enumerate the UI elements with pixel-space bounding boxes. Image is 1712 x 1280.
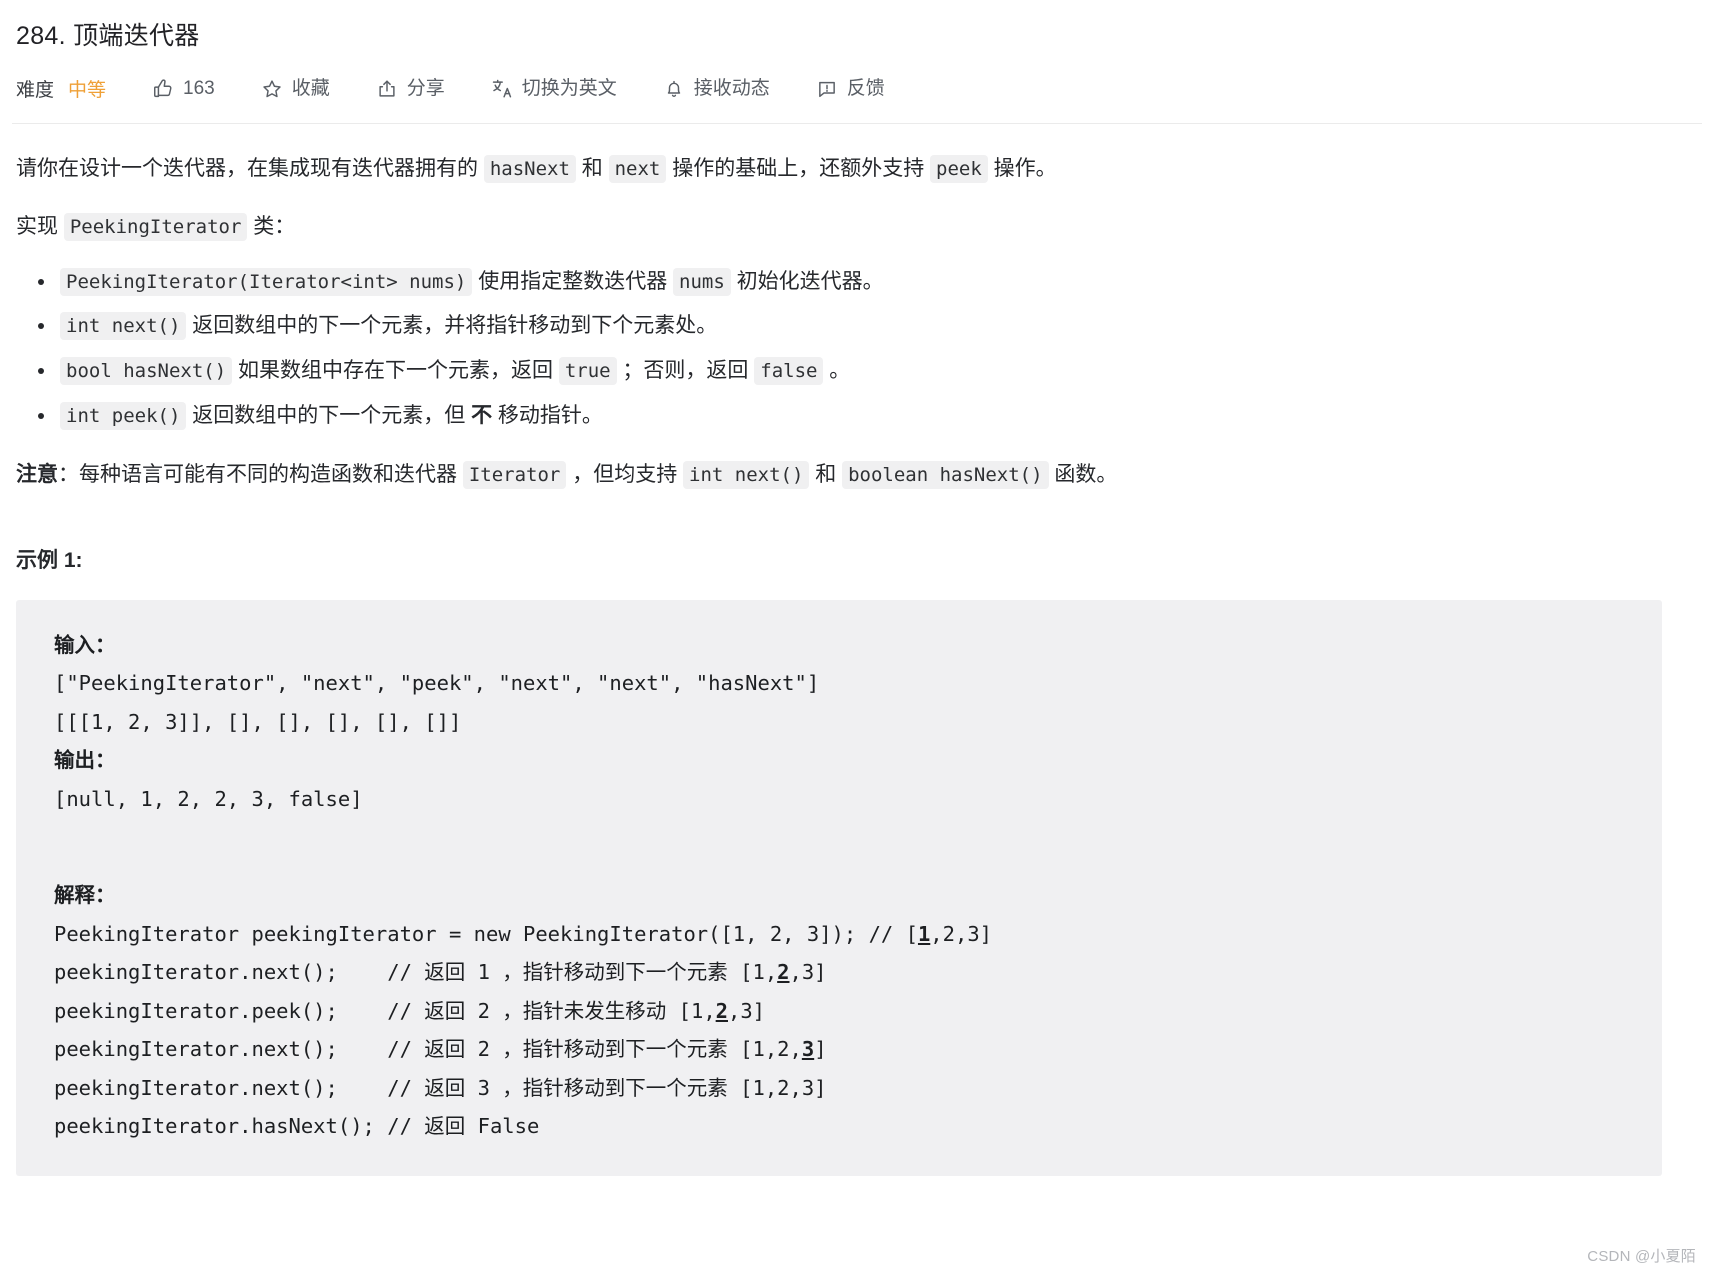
- like-button[interactable]: 163: [152, 78, 215, 100]
- code-next: next: [608, 154, 667, 183]
- favorite-label: 收藏: [291, 78, 330, 100]
- header-divider: [12, 122, 1702, 124]
- note-label: 注意: [16, 462, 58, 486]
- watermark: CSDN @小夏陌: [1587, 1248, 1696, 1265]
- problem-description: 请你在设计一个迭代器，在集成现有迭代器拥有的 hasNext 和 next 操作…: [16, 152, 1690, 492]
- explain-tail: ,3]: [728, 998, 766, 1023]
- method-text: 使用指定整数迭代器: [472, 269, 674, 293]
- method-signature: int peek(): [60, 401, 187, 430]
- explain-line: peekingIterator.peek(); // 返回 2 ，指针未发生移动…: [54, 998, 716, 1023]
- intro-text-2: 和: [575, 156, 609, 180]
- share-label: 分享: [406, 78, 445, 100]
- page-title: 284. 顶端迭代器: [16, 22, 200, 50]
- code-true: true: [558, 357, 617, 386]
- difficulty-label: 难度: [16, 80, 55, 102]
- feedback-button[interactable]: 反馈: [816, 78, 885, 100]
- subscribe-button[interactable]: 接收动态: [663, 78, 770, 100]
- feedback-label: 反馈: [846, 78, 885, 100]
- explain-mark: 1: [917, 921, 931, 946]
- intro-text-4: 操作。: [987, 156, 1057, 180]
- code-peekingiterator-class: PeekingIterator: [63, 212, 248, 241]
- method-text-2: 初始化迭代器。: [730, 269, 884, 293]
- subscribe-label: 接收动态: [693, 78, 770, 100]
- list-item: int next() 返回数组中的下一个元素，并将指针移动到下个元素处。: [38, 308, 1690, 344]
- method-emphasis: 不: [471, 403, 493, 427]
- bell-icon: [663, 78, 685, 100]
- list-item: bool hasNext() 如果数组中存在下一个元素，返回 true ；否则，…: [38, 353, 1690, 389]
- explain-line: peekingIterator.hasNext(); // 返回 False: [54, 1114, 540, 1139]
- method-text-2: ；否则，返回: [616, 359, 755, 383]
- note-text-2: ，但均支持: [566, 462, 684, 486]
- implement-prefix: 实现: [16, 214, 64, 238]
- method-text: 如果数组中存在下一个元素，返回: [232, 359, 559, 383]
- example-heading: 示例 1:: [16, 548, 83, 572]
- code-iterator: Iterator: [462, 460, 567, 489]
- explain-line: peekingIterator.next(); // 返回 2 ，指针移动到下一…: [54, 1037, 802, 1062]
- code-boolean-hasnext: boolean hasNext(): [842, 460, 1049, 489]
- method-signature: int next(): [60, 312, 187, 341]
- explain-mark: 2: [715, 998, 728, 1023]
- method-signature: bool hasNext(): [60, 357, 233, 386]
- favorite-button[interactable]: 收藏: [261, 78, 330, 100]
- difficulty-value: 中等: [68, 80, 107, 102]
- implement-paragraph: 实现 PeekingIterator 类：: [16, 210, 1690, 244]
- input-line-1: ["PeekingIterator", "next", "peek", "nex…: [54, 671, 820, 696]
- star-icon: [261, 78, 283, 100]
- intro-text-3: 操作的基础上，还额外支持: [666, 156, 931, 180]
- output-label: 输出：: [54, 748, 116, 773]
- intro-paragraph: 请你在设计一个迭代器，在集成现有迭代器拥有的 hasNext 和 next 操作…: [16, 152, 1690, 186]
- explain-line: peekingIterator.next(); // 返回 1 ，指针移动到下一…: [54, 960, 778, 985]
- explain-label: 解释：: [54, 883, 116, 908]
- like-count: 163: [183, 78, 215, 100]
- problem-toolbar: 难度 中等 163 收藏 分享 切换为英文 接收动态 反馈: [16, 72, 1690, 106]
- code-false: false: [754, 357, 824, 386]
- list-item: int peek() 返回数组中的下一个元素，但 不 移动指针。: [38, 398, 1690, 434]
- note-text-1: ：每种语言可能有不同的构造函数和迭代器: [58, 462, 463, 486]
- share-icon: [376, 78, 398, 100]
- code-nums: nums: [673, 267, 731, 296]
- method-signature: PeekingIterator(Iterator<int> nums): [60, 267, 473, 296]
- problem-page: 284. 顶端迭代器 难度 中等 163 收藏 分享 切换为英文 接收动态 反馈…: [0, 0, 1712, 1176]
- note-text-4: 函数。: [1048, 462, 1118, 486]
- explain-tail: ,3]: [789, 960, 827, 985]
- method-text: 返回数组中的下一个元素，并将指针移动到下个元素处。: [186, 314, 718, 338]
- implement-suffix: 类：: [247, 214, 296, 238]
- explain-mark: 3: [801, 1037, 815, 1062]
- code-int-next: int next(): [683, 460, 810, 489]
- share-button[interactable]: 分享: [376, 78, 445, 100]
- explain-line: peekingIterator.next(); // 返回 3 ，指针移动到下一…: [54, 1075, 827, 1100]
- code-spacer: [54, 818, 1662, 837]
- list-item: PeekingIterator(Iterator<int> nums) 使用指定…: [38, 264, 1690, 300]
- explain-line: PeekingIterator peekingIterator = new Pe…: [54, 921, 918, 946]
- example-code-block: 输入： ["PeekingIterator", "next", "peek", …: [16, 599, 1662, 1176]
- intro-text-1: 请你在设计一个迭代器，在集成现有迭代器拥有的: [16, 156, 484, 180]
- code-peek: peek: [930, 154, 988, 183]
- method-list: PeekingIterator(Iterator<int> nums) 使用指定…: [16, 264, 1690, 434]
- note-paragraph: 注意：每种语言可能有不同的构造函数和迭代器 Iterator ，但均支持 int…: [16, 458, 1690, 492]
- explain-tail: ]: [814, 1037, 827, 1062]
- feedback-icon: [816, 78, 838, 100]
- thumbs-up-icon: [152, 78, 174, 100]
- input-line-2: [[[1, 2, 3]], [], [], [], [], []]: [54, 709, 462, 734]
- code-hasnext: hasNext: [483, 154, 576, 183]
- output-line: [null, 1, 2, 2, 3, false]: [54, 786, 363, 811]
- translate-icon: [491, 78, 513, 100]
- method-text-2: 移动指针。: [492, 403, 603, 427]
- explain-tail: ,2,3]: [930, 921, 993, 946]
- method-text-3: 。: [823, 359, 851, 383]
- method-text: 返回数组中的下一个元素，但: [186, 403, 472, 427]
- switch-language-button[interactable]: 切换为英文: [491, 78, 617, 100]
- input-label: 输入：: [54, 632, 116, 657]
- note-text-3: 和: [809, 462, 843, 486]
- explain-mark: 2: [777, 960, 790, 985]
- switch-language-label: 切换为英文: [521, 78, 617, 100]
